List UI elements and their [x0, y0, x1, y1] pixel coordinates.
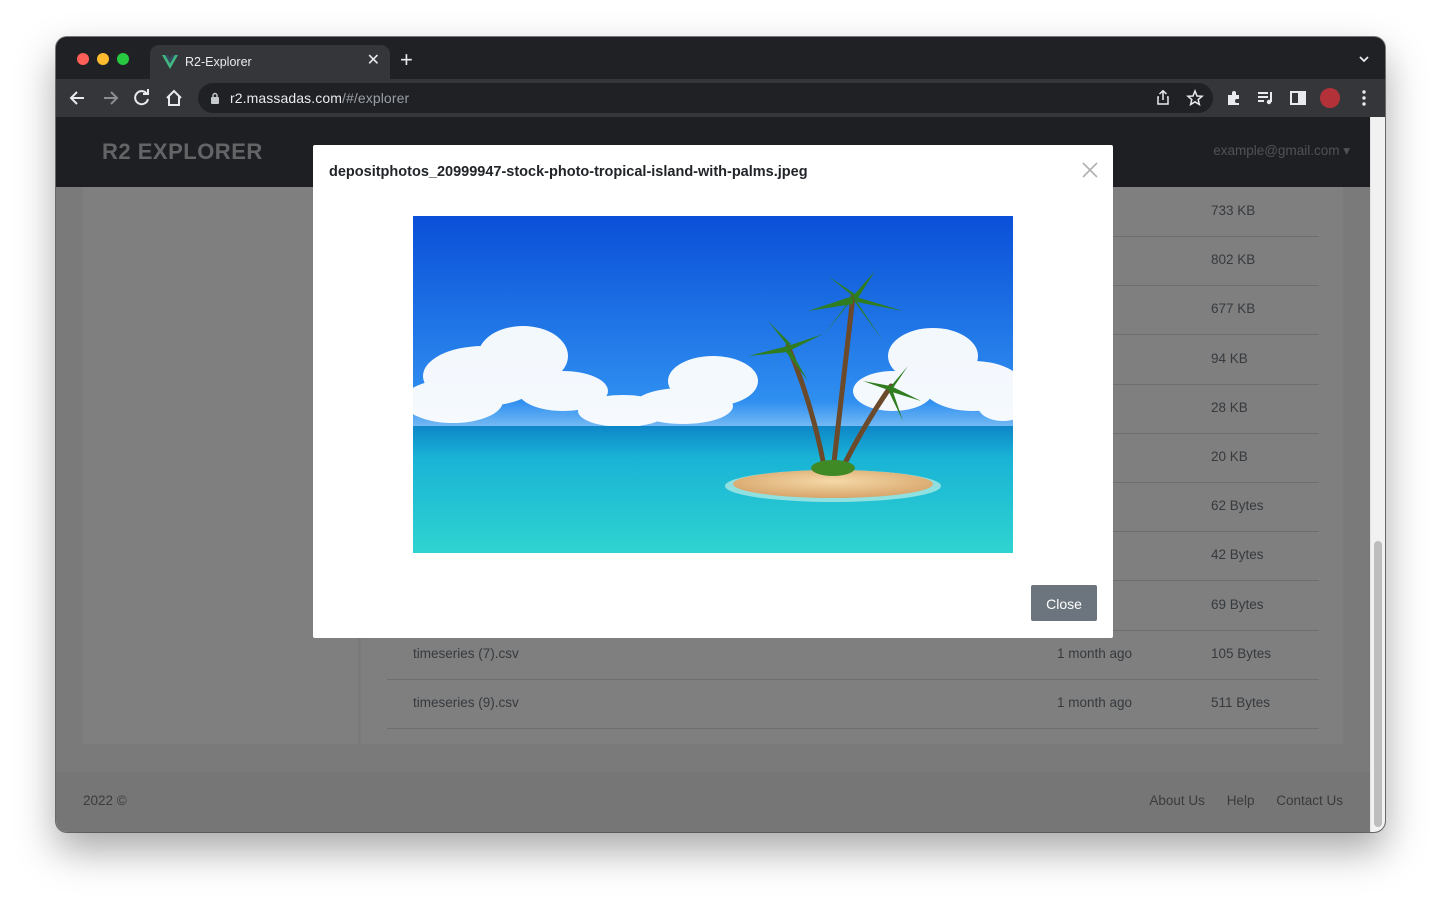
reload-icon[interactable] — [132, 88, 152, 108]
page-viewport: R2 EXPLORER example@gmail.com ▾ ago733 K… — [56, 117, 1370, 832]
modal-title: depositphotos_20999947-stock-photo-tropi… — [329, 164, 808, 180]
media-queue-icon[interactable] — [1256, 88, 1276, 108]
close-window-button[interactable] — [77, 53, 89, 65]
tab-title: R2-Explorer — [185, 55, 252, 69]
browser-tab[interactable]: R2-Explorer ✕ — [150, 45, 390, 79]
back-arrow-icon[interactable] — [68, 88, 88, 108]
browser-window: R2-Explorer ✕ + r2.massadas.com/#/explor… — [56, 37, 1385, 832]
zoom-window-button[interactable] — [117, 53, 129, 65]
url-host: r2.massadas.com — [230, 90, 342, 106]
more-vert-icon[interactable] — [1354, 88, 1374, 108]
chevron-down-icon[interactable] — [1359, 54, 1369, 64]
preview-image — [413, 216, 1013, 553]
new-tab-icon[interactable]: + — [400, 49, 413, 71]
url-text: r2.massadas.com/#/explorer — [230, 90, 409, 106]
address-bar[interactable]: r2.massadas.com/#/explorer — [198, 83, 1213, 113]
close-button[interactable]: Close — [1031, 585, 1097, 621]
home-icon[interactable] — [164, 88, 184, 108]
lock-icon — [211, 92, 219, 104]
browser-toolbar: r2.massadas.com/#/explorer — [56, 79, 1385, 117]
share-icon[interactable] — [1154, 89, 1172, 107]
tab-close-icon[interactable]: ✕ — [367, 52, 380, 70]
tropical-island-image — [413, 216, 1013, 553]
forward-arrow-icon[interactable] — [100, 88, 120, 108]
url-path: /#/explorer — [341, 90, 410, 106]
bookmark-star-icon[interactable] — [1186, 89, 1204, 107]
close-icon[interactable] — [1081, 161, 1099, 179]
profile-avatar[interactable] — [1320, 88, 1340, 108]
minimize-window-button[interactable] — [97, 53, 109, 65]
image-preview-modal: depositphotos_20999947-stock-photo-tropi… — [313, 145, 1113, 638]
vue-logo-icon — [162, 55, 178, 69]
scrollbar-thumb[interactable] — [1374, 541, 1382, 827]
side-panel-icon[interactable] — [1288, 88, 1308, 108]
tab-bar: R2-Explorer ✕ + — [56, 37, 1385, 79]
extensions-puzzle-icon[interactable] — [1224, 88, 1244, 108]
